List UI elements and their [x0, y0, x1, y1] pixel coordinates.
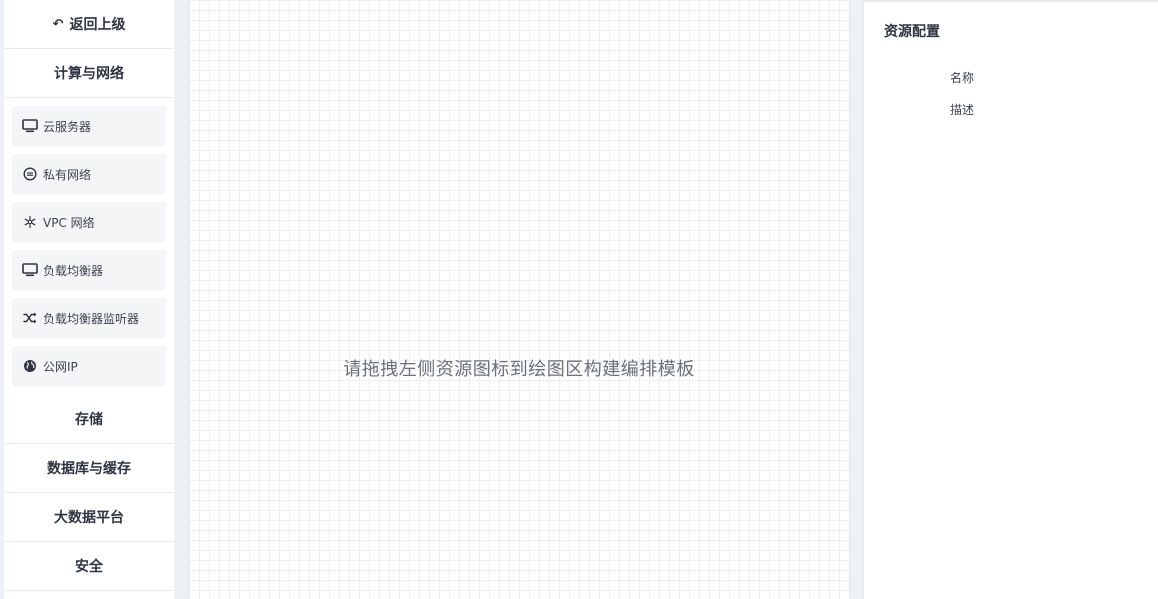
resource-config-panel: 资源配置 名称 描述 [864, 0, 1158, 599]
resource-item-public-ip[interactable]: 公网IP [12, 346, 166, 386]
panel-title: 资源配置 [884, 24, 940, 40]
shuffle-icon [22, 310, 38, 326]
resource-item-vpc-network[interactable]: VPC 网络 [12, 202, 166, 242]
resource-item-private-network[interactable]: 私有网络 [12, 154, 166, 194]
section-storage[interactable]: 存储 [4, 395, 174, 444]
monitor-icon [22, 118, 38, 134]
resource-item-label: 公网IP [43, 359, 78, 374]
section-big-data[interactable]: 大数据平台 [4, 493, 174, 542]
resource-item-lb-listener[interactable]: 负载均衡器监听器 [12, 298, 166, 338]
section-label: 安全 [75, 559, 103, 575]
canvas-hint-text: 请拖拽左侧资源图标到绘图区构建编排模板 [343, 359, 695, 380]
resource-sidebar: ↶ 返回上级 计算与网络 云服务器 私有网络 VPC 网络 负载均衡器 负载均衡… [4, 0, 174, 599]
back-button[interactable]: ↶ 返回上级 [4, 0, 174, 49]
name-field-label: 名称 [950, 71, 975, 85]
drawing-canvas[interactable]: 请拖拽左侧资源图标到绘图区构建编排模板 [188, 0, 850, 599]
globe-icon [22, 358, 38, 374]
resource-item-label: 云服务器 [43, 119, 92, 134]
section-security[interactable]: 安全 [4, 542, 174, 591]
section-label: 存储 [75, 412, 103, 428]
section-database-cache[interactable]: 数据库与缓存 [4, 444, 174, 493]
description-field-label: 描述 [950, 103, 975, 117]
resource-item-label: VPC 网络 [43, 215, 95, 230]
snowflake-icon [22, 214, 38, 230]
circle-minus-icon [22, 166, 38, 182]
resource-item-cloud-server[interactable]: 云服务器 [12, 106, 166, 146]
resource-item-load-balancer[interactable]: 负载均衡器 [12, 250, 166, 290]
resource-item-label: 负载均衡器监听器 [43, 311, 140, 326]
section-compute-network[interactable]: 计算与网络 [4, 49, 174, 98]
back-arrow-icon: ↶ [52, 16, 64, 32]
section-label: 数据库与缓存 [47, 461, 131, 477]
section-label: 大数据平台 [54, 510, 124, 526]
back-button-label: 返回上级 [69, 17, 126, 33]
monitor-icon [22, 262, 38, 278]
section-label: 计算与网络 [54, 66, 124, 82]
resource-item-label: 私有网络 [43, 167, 92, 182]
compute-network-items: 云服务器 私有网络 VPC 网络 负载均衡器 负载均衡器监听器 公网IP [4, 98, 174, 395]
resource-item-label: 负载均衡器 [43, 263, 104, 278]
